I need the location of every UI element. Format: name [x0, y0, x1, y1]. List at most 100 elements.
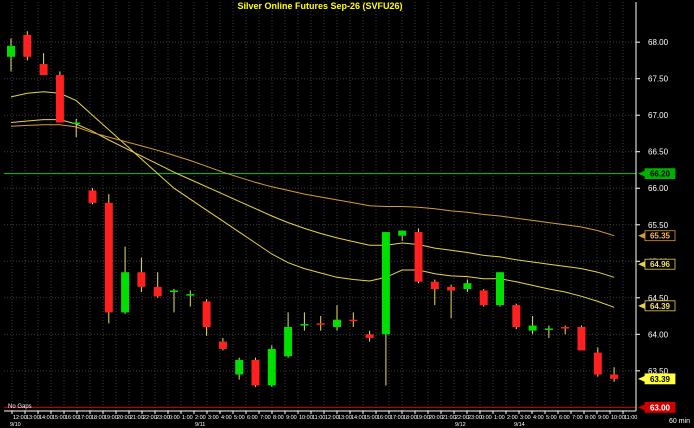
- x-tick-label: 10:00: [299, 415, 313, 421]
- price-chart[interactable]: 63.5064.0064.5065.0065.5066.0066.5067.00…: [0, 0, 694, 428]
- candle-body: [153, 286, 162, 297]
- y-tick-label: 65.50: [648, 221, 669, 230]
- y-tick-label: 67.00: [648, 111, 669, 120]
- candle-body: [218, 341, 227, 349]
- x-tick-label: 23:00: [468, 415, 482, 421]
- x-tick-label: 19:00: [416, 415, 430, 421]
- x-tick-label: 9:00: [598, 415, 609, 421]
- candle-body: [381, 232, 390, 335]
- candle-body: [88, 190, 97, 203]
- candle-body: [316, 323, 325, 325]
- x-tick-label: 2:00: [195, 415, 206, 421]
- candle-body: [528, 325, 537, 331]
- x-tick-label: 12:00: [13, 415, 27, 421]
- x-tick-label: 20:00: [117, 415, 131, 421]
- candle-body: [398, 230, 407, 236]
- candlestick[interactable]: [479, 289, 488, 307]
- candlestick[interactable]: [23, 31, 32, 61]
- footnote-label: No Gaps: [8, 404, 32, 410]
- candle-body: [544, 328, 553, 330]
- x-tick-label: 8:00: [585, 415, 596, 421]
- candlestick[interactable]: [496, 272, 504, 307]
- x-tick-label: 9:00: [286, 415, 297, 421]
- x-tick-label: 7:00: [572, 415, 583, 421]
- x-tick-label: 15:00: [52, 415, 66, 421]
- x-tick-label: 2:00: [507, 415, 518, 421]
- x-tick-label: 6:00: [559, 415, 570, 421]
- y-tick-label: 66.00: [648, 184, 669, 193]
- candle-body: [251, 359, 260, 386]
- candle-body: [479, 290, 488, 306]
- candlestick[interactable]: [414, 228, 423, 284]
- candle-body: [284, 327, 293, 357]
- x-tick-label: 5:00: [546, 415, 557, 421]
- candle-body: [593, 352, 602, 375]
- y-tick-label: 64.00: [648, 330, 669, 339]
- candle-body: [72, 122, 81, 125]
- x-tick-label: 20:00: [429, 415, 443, 421]
- price-tag-label: 63.39: [650, 375, 671, 384]
- candlestick[interactable]: [267, 345, 276, 387]
- x-date-label: 9/10: [10, 422, 21, 428]
- candle-body: [300, 324, 309, 326]
- interval-label: 60 min: [669, 418, 690, 425]
- x-tick-label: 13:00: [338, 415, 352, 421]
- price-tag-label: 63.00: [650, 403, 671, 412]
- candle-body: [349, 319, 358, 322]
- candle-body: [267, 348, 276, 386]
- x-tick-label: 10:00: [611, 415, 625, 421]
- x-tick-label: 16:00: [377, 415, 391, 421]
- x-date-label: 9/14: [514, 422, 525, 428]
- candlestick[interactable]: [104, 194, 113, 324]
- candle-body: [137, 272, 146, 287]
- candle-body: [202, 301, 211, 328]
- candle-body: [577, 327, 586, 351]
- candle-body: [170, 290, 178, 292]
- candle-body: [447, 286, 456, 291]
- x-tick-label: 13:00: [26, 415, 40, 421]
- candle-body: [414, 232, 423, 282]
- candle-body: [561, 327, 570, 329]
- candlestick[interactable]: [55, 71, 64, 123]
- x-tick-label: 3:00: [520, 415, 531, 421]
- candle-body: [512, 305, 521, 328]
- x-tick-label: 0:00: [481, 415, 492, 421]
- x-tick-label: 17:00: [78, 415, 92, 421]
- candlestick[interactable]: [88, 188, 97, 205]
- price-tag-label: 64.39: [650, 302, 671, 311]
- x-tick-label: 22:00: [455, 415, 469, 421]
- x-tick-label: 17:00: [390, 415, 404, 421]
- x-tick-label: 1:00: [182, 415, 193, 421]
- x-tick-label: 21:00: [442, 415, 456, 421]
- x-date-label: 9/11: [195, 422, 205, 428]
- x-tick-label: 23:00: [156, 415, 170, 421]
- chart-background: [0, 0, 694, 428]
- price-tag-label: 64.96: [650, 260, 671, 269]
- candle-body: [104, 202, 113, 313]
- chart-title: Silver Online Futures Sep-26 (SVFU26): [237, 1, 402, 11]
- candle-body: [463, 283, 472, 290]
- candlestick[interactable]: [512, 303, 521, 330]
- x-tick-label: 19:00: [104, 415, 118, 421]
- candle-body: [121, 272, 130, 313]
- candlestick[interactable]: [577, 325, 586, 351]
- x-tick-label: 7:00: [260, 415, 271, 421]
- x-tick-label: 15:00: [364, 415, 378, 421]
- candlestick[interactable]: [251, 357, 260, 387]
- x-date-label: 9/12: [455, 422, 466, 428]
- candle-body: [55, 75, 64, 123]
- x-tick-label: 5:00: [234, 415, 245, 421]
- candle-body: [39, 64, 48, 76]
- candle-body: [365, 334, 374, 338]
- x-tick-label: 11:00: [312, 415, 325, 421]
- x-tick-label: 6:00: [247, 415, 258, 421]
- candle-body: [610, 374, 619, 379]
- candle-body: [496, 272, 504, 306]
- y-tick-label: 68.00: [648, 38, 669, 47]
- candle-body: [7, 45, 15, 57]
- x-tick-label: 14:00: [39, 415, 53, 421]
- x-tick-label: 4:00: [221, 415, 232, 421]
- price-tag-label: 65.35: [650, 232, 671, 241]
- x-tick-label: 18:00: [91, 415, 105, 421]
- candle-body: [186, 294, 195, 296]
